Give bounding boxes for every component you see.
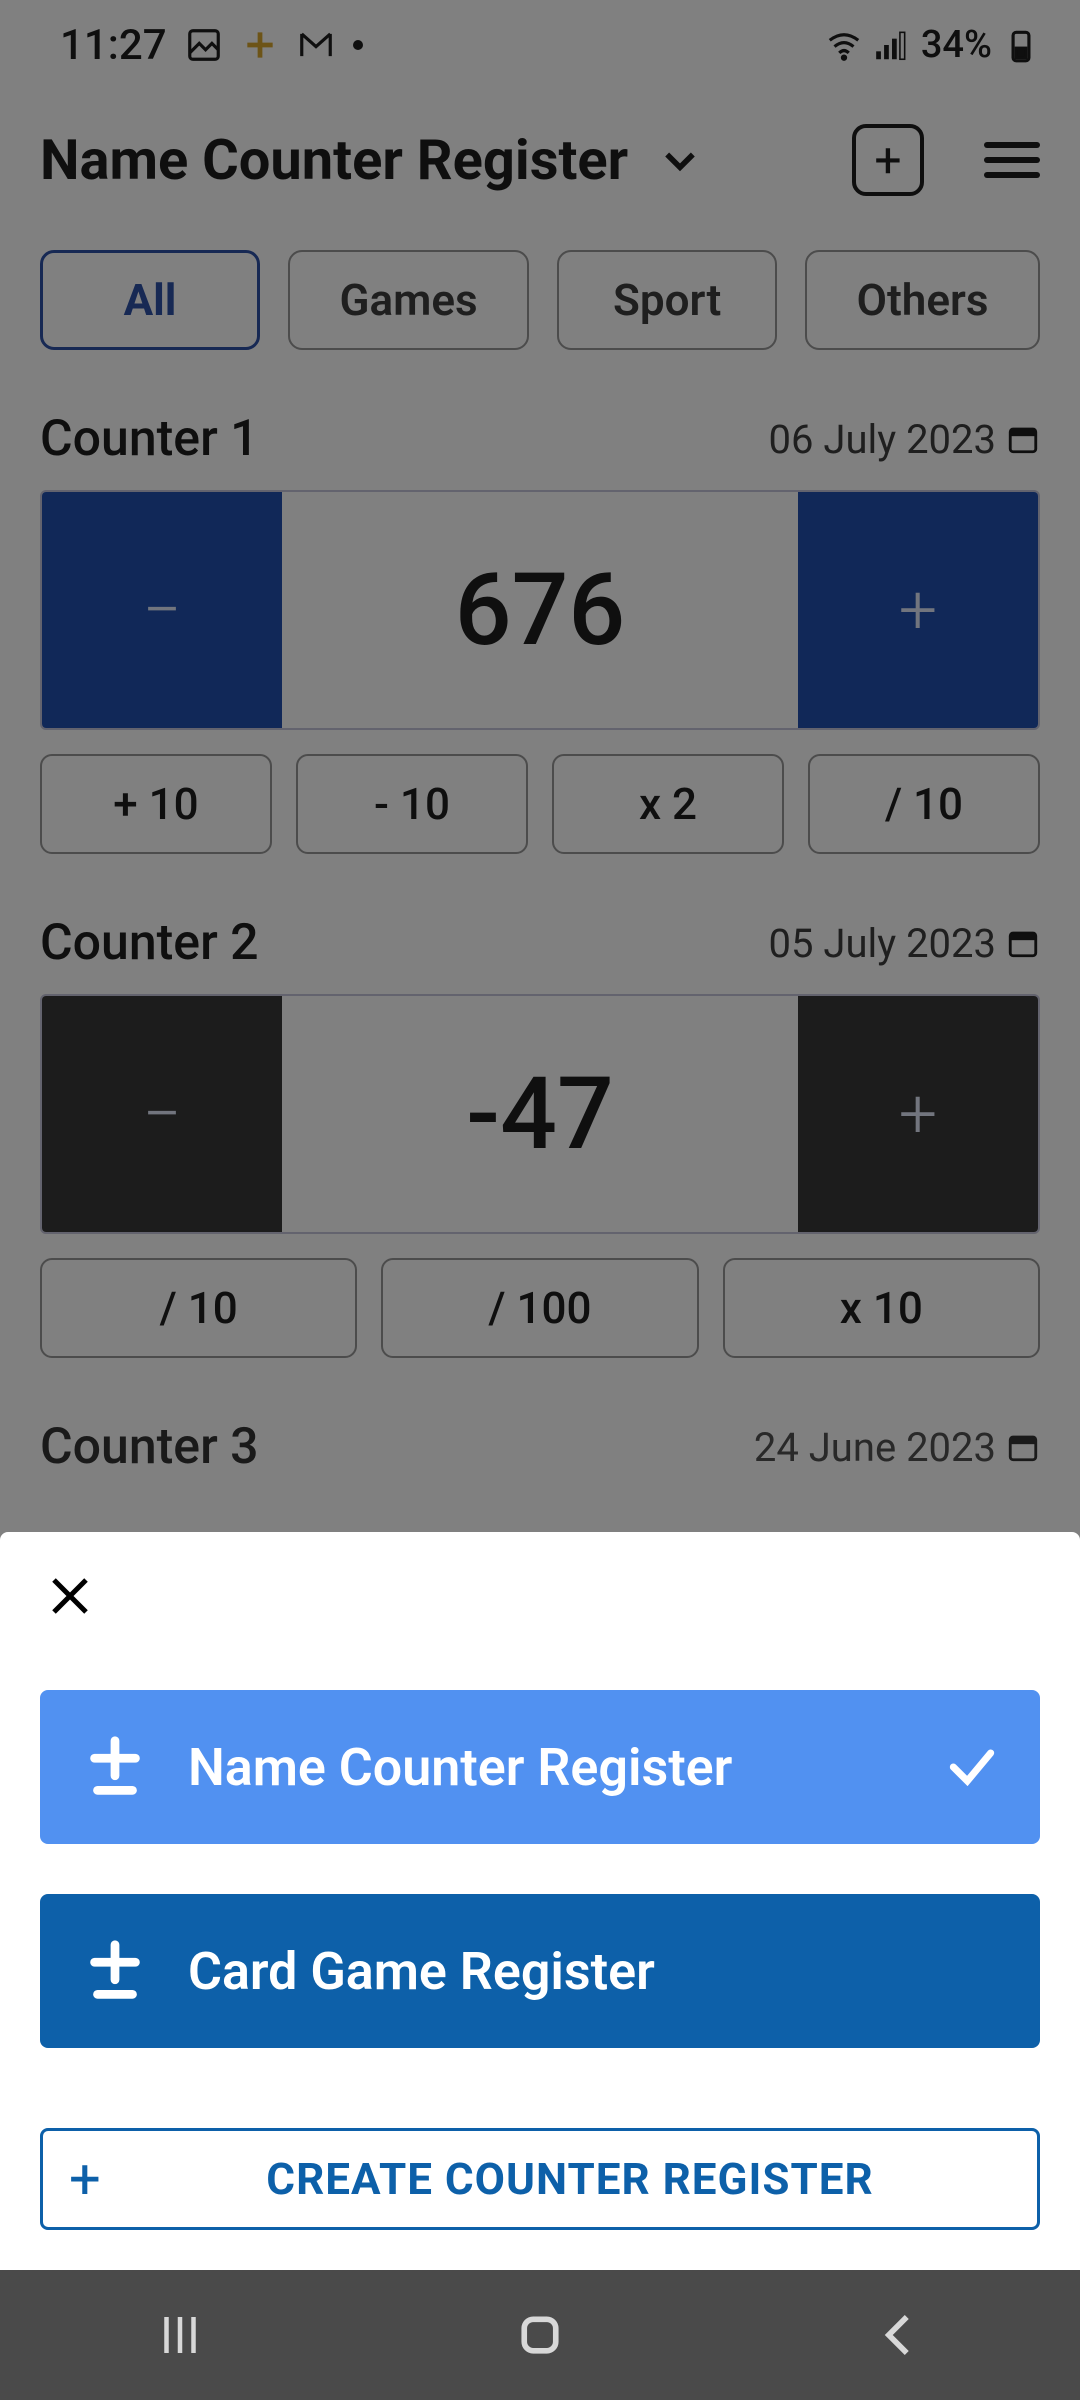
register-option[interactable]: Card Game Register [40, 1894, 1040, 2048]
counter-app-icon [80, 1732, 150, 1802]
counter-app-icon [80, 1936, 150, 2006]
home-icon[interactable] [513, 2308, 567, 2362]
back-icon[interactable] [873, 2308, 927, 2362]
close-button[interactable] [40, 1572, 1040, 1640]
create-register-button[interactable]: + CREATE COUNTER REGISTER [40, 2128, 1040, 2230]
register-selector-sheet: Name Counter Register Card Game Register… [0, 1532, 1080, 2270]
system-nav-bar [0, 2270, 1080, 2400]
create-register-label: CREATE COUNTER REGISTER [129, 2153, 1011, 2205]
recents-icon[interactable] [153, 2308, 207, 2362]
register-option-selected[interactable]: Name Counter Register [40, 1690, 1040, 1844]
checkmark-icon [944, 1739, 1000, 1795]
register-option-label: Name Counter Register [188, 1737, 944, 1798]
close-icon [46, 1572, 94, 1620]
register-option-label: Card Game Register [188, 1941, 1000, 2002]
plus-icon: + [69, 2146, 129, 2212]
